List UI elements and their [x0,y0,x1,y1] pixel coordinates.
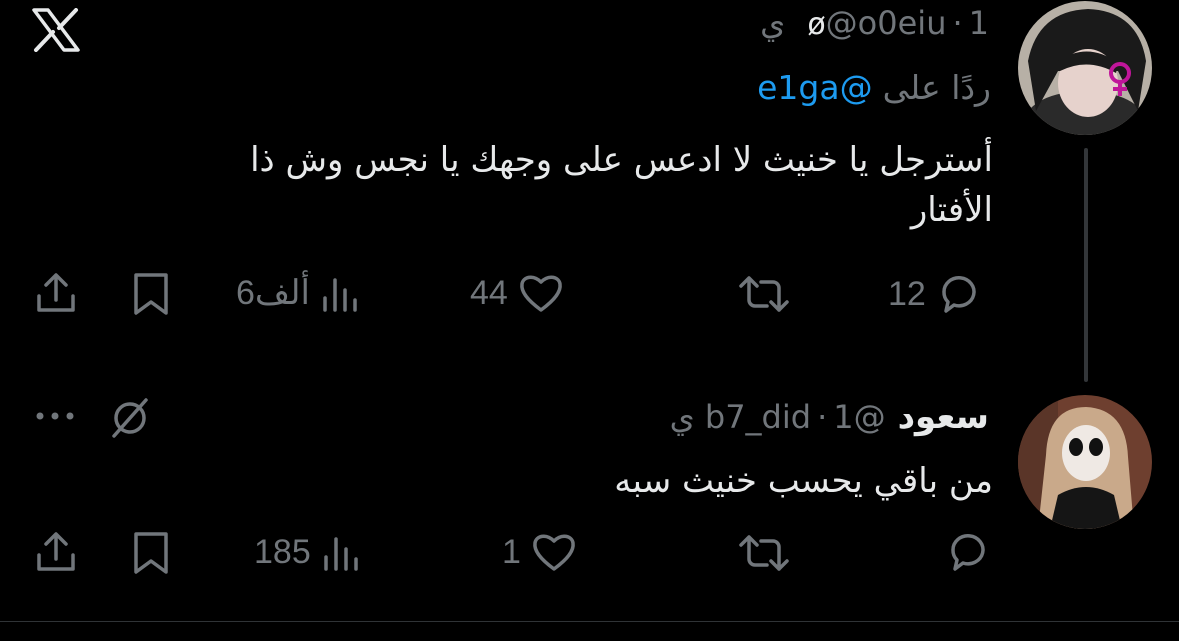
repost-icon [739,276,789,312]
slashed-circle-icon: ø [807,7,826,42]
bookmark-icon [134,532,168,574]
like-count: 44 [470,273,508,312]
views-icon [323,278,357,312]
like-button[interactable]: 44 [470,272,564,314]
reply-button[interactable]: 12 [888,272,982,316]
reply-icon [951,534,985,571]
reply-icon [942,276,976,313]
share-button[interactable] [34,529,78,575]
replying-to-label: ردًا على [882,68,991,107]
grok-icon[interactable] [108,396,152,440]
tweet-header: سعود@b7_did·1 ي [670,397,989,437]
views-button[interactable]: 6ألف [236,272,360,314]
tweet-header: ø@o0eiu ·1 ي [760,4,989,42]
tweet-handle[interactable]: @o0eiu [826,4,947,42]
tweet-text-line: أسترجل يا خنيث لا ادعس على وجهك يا نجس و… [250,140,993,180]
share-button[interactable] [34,270,78,316]
like-count: 1 [502,532,521,571]
views-icon [323,537,358,571]
avatar[interactable] [1018,1,1152,135]
tweet-text-line: من باقي يحسب خنيث سبه [614,461,993,501]
views-count: 185 [254,532,311,571]
tweet-handle[interactable]: @b7_did [705,398,886,436]
x-logo-icon[interactable] [30,8,82,52]
replying-to-mention[interactable]: @e1ga [757,68,872,107]
separator: · [817,398,828,436]
tweet-text: من باقي يحسب خنيث سبه [614,456,993,506]
replying-to: ردًا على @e1ga [757,68,991,107]
bookmark-icon [134,273,168,315]
bookmark-button[interactable] [130,530,172,576]
divider [0,621,1179,622]
separator: · [952,4,963,42]
tweet-display-name[interactable]: سعود [898,397,989,437]
tweet-text: أسترجل يا خنيث لا ادعس على وجهك يا نجس و… [250,135,993,235]
repost-icon [739,535,789,571]
views-count: 6ألف [236,274,310,312]
repost-button[interactable] [735,274,793,314]
tweet-text-line: الأفتار [910,190,993,230]
like-button[interactable]: 1 [502,531,577,573]
share-icon [37,532,75,571]
repost-button[interactable] [735,533,793,573]
heart-icon [519,275,562,312]
more-options-icon[interactable] [34,410,76,422]
heart-icon [533,534,575,571]
reply-count: 12 [888,274,926,313]
avatar[interactable] [1018,395,1152,529]
views-button[interactable]: 185 [254,531,361,573]
bookmark-button[interactable] [130,271,172,317]
share-icon [37,273,75,312]
thread-connector [1084,148,1088,382]
reply-button[interactable] [945,530,991,574]
